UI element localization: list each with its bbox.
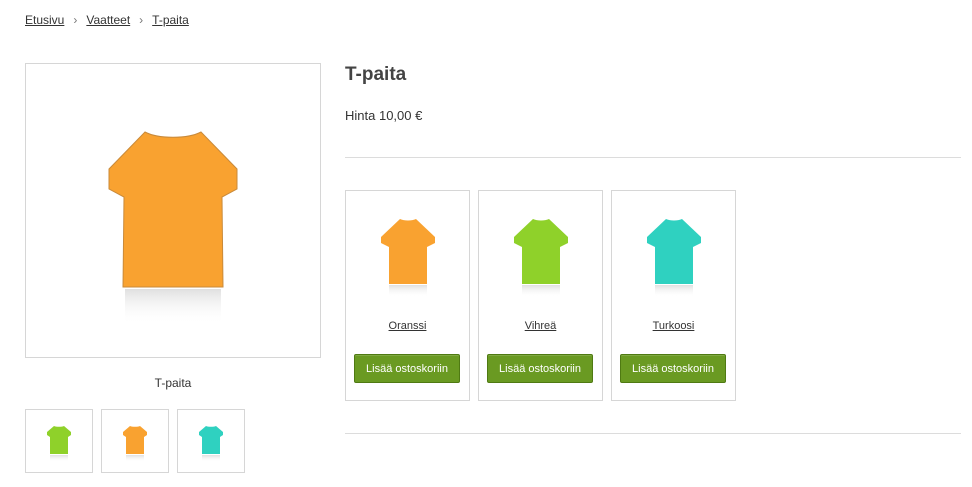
- breadcrumb: Etusivu › Vaatteet › T-paita: [25, 13, 189, 27]
- t-shirt-shape: [123, 426, 147, 454]
- variant-link-green[interactable]: Vihreä: [479, 320, 602, 332]
- product-price: Hinta 10,00 €: [345, 108, 423, 123]
- t-shirt-icon: [47, 426, 71, 462]
- product-title: T-paita: [345, 64, 407, 85]
- variant-card-orange: Oranssi Lisää ostoskoriin: [345, 190, 470, 401]
- thumbnail-green[interactable]: [25, 409, 93, 473]
- chevron-right-icon: ›: [73, 13, 78, 27]
- t-shirt-shape: [514, 219, 568, 284]
- product-image-caption: T-paita: [154, 376, 192, 390]
- t-shirt-icon[interactable]: [346, 191, 469, 311]
- add-to-cart-button-orange[interactable]: Lisää ostoskoriin: [354, 354, 460, 383]
- t-shirt-shape: [381, 219, 435, 284]
- divider: [345, 433, 961, 434]
- t-shirt-icon[interactable]: [479, 191, 602, 311]
- t-shirt-shape: [199, 426, 223, 454]
- variant-link-turquoise[interactable]: Turkoosi: [612, 320, 735, 332]
- variant-link-orange[interactable]: Oranssi: [346, 320, 469, 332]
- add-to-cart-button-turquoise[interactable]: Lisää ostoskoriin: [620, 354, 726, 383]
- t-shirt-icon: [199, 426, 223, 462]
- breadcrumb-link-category[interactable]: Vaatteet: [86, 13, 130, 27]
- variant-card-turquoise: Turkoosi Lisää ostoskoriin: [611, 190, 736, 401]
- add-to-cart-button-green[interactable]: Lisää ostoskoriin: [487, 354, 593, 383]
- chevron-right-icon: ›: [139, 13, 144, 27]
- divider: [345, 157, 961, 158]
- t-shirt-shape: [647, 219, 701, 284]
- thumbnail-orange[interactable]: [101, 409, 169, 473]
- breadcrumb-link-home[interactable]: Etusivu: [25, 13, 64, 27]
- t-shirt-icon[interactable]: [612, 191, 735, 311]
- t-shirt-shape: [47, 426, 71, 454]
- t-shirt-icon: [123, 426, 147, 462]
- t-shirt-icon: [108, 131, 238, 325]
- breadcrumb-link-current[interactable]: T-paita: [152, 13, 189, 27]
- thumbnail-turquoise[interactable]: [177, 409, 245, 473]
- t-shirt-shape: [108, 131, 238, 288]
- variant-card-green: Vihreä Lisää ostoskoriin: [478, 190, 603, 401]
- product-main-image[interactable]: [25, 63, 321, 358]
